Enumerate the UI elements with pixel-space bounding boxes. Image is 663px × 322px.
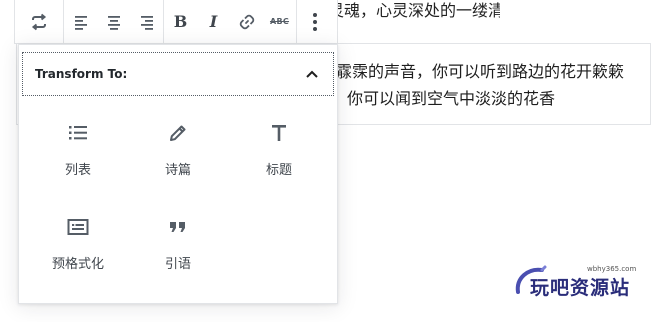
strikethrough-button[interactable]: ABC <box>263 0 296 44</box>
chevron-up-icon[interactable] <box>303 65 321 83</box>
transform-to-list[interactable]: 列表 <box>28 121 128 201</box>
item-label: 标题 <box>265 163 292 178</box>
transform-popover: Transform To: 列表 诗篇 标题 预格式化 引语 <box>18 44 338 304</box>
watermark-logo: wbhy365.com 玩吧资源站 <box>512 262 660 302</box>
block-switcher-group <box>15 0 64 43</box>
block-toolbar: B I ABC <box>14 0 338 44</box>
strikethrough-icon: ABC <box>269 17 290 26</box>
align-left-button[interactable] <box>64 0 97 44</box>
more-group <box>297 0 333 43</box>
pencil-icon <box>128 121 228 145</box>
align-right-icon <box>140 15 153 30</box>
bold-button[interactable]: B <box>164 0 197 44</box>
italic-button[interactable]: I <box>197 0 230 44</box>
preformatted-icon <box>28 215 128 239</box>
quote-icon <box>128 215 228 239</box>
transform-to-preformatted[interactable]: 预格式化 <box>28 215 128 295</box>
transform-to-quote[interactable]: 引语 <box>128 215 228 295</box>
more-vertical-icon <box>313 12 317 31</box>
item-label: 预格式化 <box>51 257 104 272</box>
align-center-button[interactable] <box>97 0 130 44</box>
transform-to-heading[interactable]: 标题 <box>229 121 329 201</box>
block-switcher-button[interactable] <box>15 0 63 44</box>
watermark-text: 玩吧资源站 <box>530 277 631 299</box>
item-label: 诗篇 <box>164 163 191 178</box>
align-right-button[interactable] <box>130 0 163 44</box>
block-text-line-2: 你可以闻到空气中淡淡的花香 <box>347 89 556 108</box>
link-icon <box>239 14 254 29</box>
heading-icon <box>229 121 329 145</box>
transform-panel-header[interactable]: Transform To: <box>22 52 334 96</box>
watermark-url: wbhy365.com <box>587 265 637 273</box>
item-label: 引语 <box>164 257 191 272</box>
align-center-icon <box>107 15 120 30</box>
italic-icon: I <box>209 12 218 31</box>
transform-to-verse[interactable]: 诗篇 <box>128 121 228 201</box>
item-label: 列表 <box>64 163 91 178</box>
list-icon <box>28 121 128 145</box>
link-button[interactable] <box>230 0 263 44</box>
more-options-button[interactable] <box>297 0 333 44</box>
block-text-line-1: 霡霂的声音，你可以听到路边的花开簌簌 <box>336 62 625 81</box>
formatting-group: B I ABC <box>164 0 297 43</box>
align-left-icon <box>74 15 87 30</box>
transform-arrows-icon <box>31 13 47 30</box>
alignment-group <box>64 0 164 43</box>
transform-panel-title: Transform To: <box>35 67 128 81</box>
bold-icon: B <box>173 12 188 31</box>
